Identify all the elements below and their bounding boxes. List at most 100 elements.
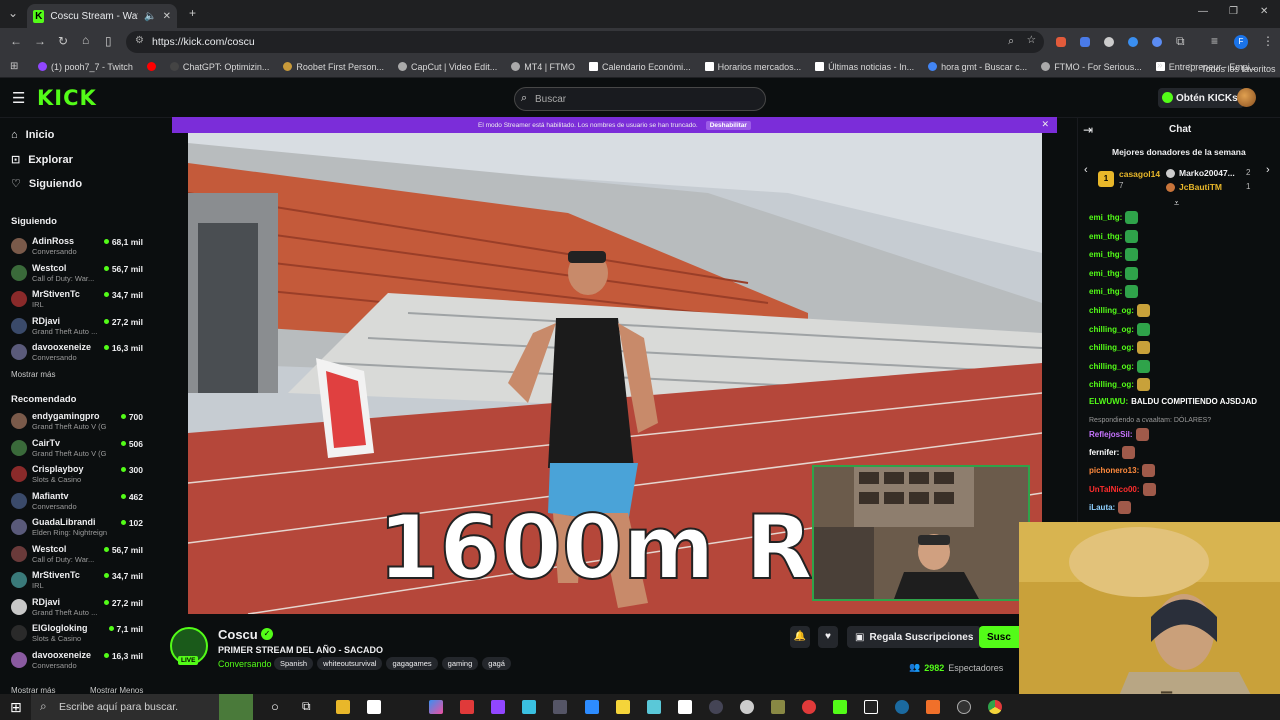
disable-streamer-mode-button[interactable]: Deshabilitar bbox=[705, 120, 751, 130]
obs-icon[interactable] bbox=[709, 700, 723, 714]
sidebar-channel[interactable]: MrStivenTc IRL 34,7 mil bbox=[11, 287, 149, 311]
collapse-chat-icon[interactable]: ⇥ bbox=[1083, 123, 1093, 137]
bookmark-item[interactable]: Últimas noticias - In... bbox=[815, 62, 914, 72]
app-icon[interactable] bbox=[522, 700, 536, 714]
sidebar-channel[interactable]: davooxeneize Conversando 16,3 mil bbox=[11, 648, 149, 672]
notification-bell-icon[interactable]: 🔔 bbox=[790, 626, 810, 648]
extension-icon[interactable] bbox=[1056, 37, 1066, 47]
sticky-notes-icon[interactable] bbox=[616, 700, 630, 714]
file-explorer-icon[interactable] bbox=[336, 700, 350, 714]
minimize-icon[interactable]: — bbox=[1198, 6, 1208, 17]
chat-username[interactable]: chilling_og: bbox=[1089, 343, 1134, 352]
vpn-extension-icon[interactable] bbox=[1128, 37, 1138, 47]
bookmark-item[interactable]: (1) pooh7_7 - Twitch bbox=[38, 62, 133, 72]
chat-username[interactable]: UnTalNico00: bbox=[1089, 485, 1140, 494]
windows-start-icon[interactable]: ⊞ bbox=[10, 699, 22, 716]
app-icon[interactable] bbox=[926, 700, 940, 714]
close-banner-icon[interactable]: ✕ bbox=[1041, 119, 1049, 130]
search-input[interactable]: ⌕ Buscar bbox=[514, 87, 766, 111]
user-avatar[interactable] bbox=[1237, 88, 1256, 107]
sidebar-channel[interactable]: RDjavi Grand Theft Auto ... 27,2 mil bbox=[11, 314, 149, 338]
sidebar-channel[interactable]: MrStivenTc IRL 34,7 mil bbox=[11, 568, 149, 592]
expand-donors-icon[interactable]: ⩡ bbox=[1174, 198, 1179, 209]
tab-close-icon[interactable]: ✕ bbox=[163, 11, 171, 22]
capcut-icon[interactable] bbox=[678, 700, 692, 714]
sidebar-channel[interactable]: Westcol Call of Duty: War... 56,7 mil bbox=[11, 261, 149, 285]
bookmark-item[interactable]: Calendario Económi... bbox=[589, 62, 691, 72]
opera-icon[interactable] bbox=[802, 700, 816, 714]
forward-icon[interactable]: → bbox=[34, 34, 46, 48]
bookmark-item[interactable]: ChatGPT: Optimizin... bbox=[169, 62, 269, 72]
channel-name[interactable]: Coscu bbox=[218, 627, 258, 642]
sidebar-channel[interactable]: CairTv Grand Theft Auto V (G... 506 bbox=[11, 436, 149, 460]
chat-username[interactable]: chilling_og: bbox=[1089, 362, 1134, 371]
chat-username[interactable]: emi_thg: bbox=[1089, 213, 1122, 222]
settings-gear-icon[interactable] bbox=[740, 700, 754, 714]
apps-grid-icon[interactable]: ⊞ bbox=[10, 61, 18, 72]
sidebar-channel[interactable]: Crisplayboy Slots & Casino 300 bbox=[11, 462, 149, 486]
notepad-icon[interactable] bbox=[367, 700, 381, 714]
tiktok-icon[interactable] bbox=[864, 700, 878, 714]
back-icon[interactable]: ← bbox=[10, 34, 22, 48]
new-tab-icon[interactable]: + bbox=[189, 6, 196, 20]
chat-username[interactable]: ELWUWU: bbox=[1089, 397, 1128, 406]
stream-tag[interactable]: gaming bbox=[441, 657, 479, 670]
sidebar-channel[interactable]: GuadaLibrandi Elden Ring: Nightreign 102 bbox=[11, 515, 149, 539]
bookmark-item[interactable]: hora gmt - Buscar c... bbox=[928, 62, 1027, 72]
bookmark-item[interactable] bbox=[146, 62, 156, 71]
bookmark-item[interactable]: MT4 | FTMO bbox=[511, 62, 575, 72]
zoom-app-icon[interactable] bbox=[585, 700, 599, 714]
nav-home[interactable]: ⌂ Inicio bbox=[11, 129, 54, 141]
nav-following[interactable]: ♡ Siguiendo bbox=[11, 177, 82, 191]
get-kicks-button[interactable]: Obtén KICKs bbox=[1158, 88, 1244, 108]
sidebar-channel[interactable]: Westcol Call of Duty: War... 56,7 mil bbox=[11, 542, 149, 566]
sidebar-channel[interactable]: AdinRoss Conversando 68,1 mil bbox=[11, 234, 149, 258]
profile-avatar-icon[interactable]: F bbox=[1234, 35, 1248, 49]
nav-explore[interactable]: ⊡ Explorar bbox=[11, 153, 73, 167]
app-icon[interactable] bbox=[647, 700, 661, 714]
tab-search-icon[interactable]: ⌄ bbox=[8, 6, 18, 20]
chrome-icon[interactable] bbox=[988, 700, 1002, 714]
sidebar-channel[interactable]: davooxeneize Conversando 16,3 mil bbox=[11, 340, 149, 364]
extension-icon[interactable] bbox=[1152, 37, 1162, 47]
maximize-icon[interactable]: ❐ bbox=[1229, 6, 1238, 17]
extension-icon[interactable] bbox=[1104, 37, 1114, 47]
twitch-icon[interactable] bbox=[491, 700, 505, 714]
home-icon[interactable]: ⌂ bbox=[82, 33, 89, 47]
follow-heart-icon[interactable]: ♥ bbox=[818, 626, 838, 648]
app-icon[interactable] bbox=[429, 700, 443, 714]
chat-username[interactable]: fernifer: bbox=[1089, 448, 1119, 457]
chat-username[interactable]: emi_thg: bbox=[1089, 232, 1122, 241]
bookmark-star-icon[interactable]: ☆ bbox=[1027, 34, 1036, 46]
app-icon[interactable] bbox=[460, 700, 474, 714]
chat-username[interactable]: chilling_og: bbox=[1089, 380, 1134, 389]
app-icon[interactable] bbox=[957, 700, 971, 714]
sidebar-channel[interactable]: Mafiantv Conversando 462 bbox=[11, 489, 149, 513]
browser-tab[interactable]: K Coscu Stream - Watch Live 🔈 ✕ bbox=[27, 4, 177, 28]
prev-donors-icon[interactable]: ‹ bbox=[1084, 164, 1088, 176]
address-bar[interactable]: ⚙ https://kick.com/coscu ⌕ ☆ bbox=[126, 31, 1044, 53]
chat-username[interactable]: chilling_og: bbox=[1089, 306, 1134, 315]
kick-app-icon[interactable] bbox=[833, 700, 847, 714]
extensions-puzzle-icon[interactable]: ⧉ bbox=[1176, 34, 1185, 49]
bookmark-item[interactable]: Horarios mercados... bbox=[704, 62, 801, 72]
sidebar-channel[interactable]: RDjavi Grand Theft Auto ... 27,2 mil bbox=[11, 595, 149, 619]
stream-tag[interactable]: whiteoutsurvival bbox=[317, 657, 383, 670]
bookmark-item[interactable]: CapCut | Video Edit... bbox=[397, 62, 497, 72]
split-view-icon[interactable]: ▯ bbox=[105, 34, 112, 48]
sidebar-channel[interactable]: endygamingpro Grand Theft Auto V (G... 7… bbox=[11, 409, 149, 433]
chat-username[interactable]: iLauta: bbox=[1089, 503, 1115, 512]
task-view-icon[interactable]: ⧉ bbox=[302, 699, 311, 714]
stream-tag[interactable]: Spanish bbox=[274, 657, 314, 670]
translate-extension-icon[interactable] bbox=[1080, 37, 1090, 47]
chat-username[interactable]: chilling_og: bbox=[1089, 325, 1134, 334]
stream-tag[interactable]: gagá bbox=[482, 657, 511, 670]
hamburger-menu-icon[interactable]: ☰ bbox=[12, 89, 25, 107]
taskbar-search-input[interactable]: ⌕ Escribe aquí para buscar. bbox=[31, 694, 253, 720]
all-bookmarks-folder[interactable]: 🗀 Todos los favoritos bbox=[1188, 61, 1276, 77]
chat-username[interactable]: emi_thg: bbox=[1089, 269, 1122, 278]
close-window-icon[interactable]: ✕ bbox=[1260, 6, 1268, 17]
gift-subs-button[interactable]: ▣ Regala Suscripciones bbox=[847, 626, 982, 648]
reading-list-icon[interactable]: ≡ bbox=[1211, 34, 1218, 48]
next-donors-icon[interactable]: › bbox=[1266, 164, 1270, 176]
